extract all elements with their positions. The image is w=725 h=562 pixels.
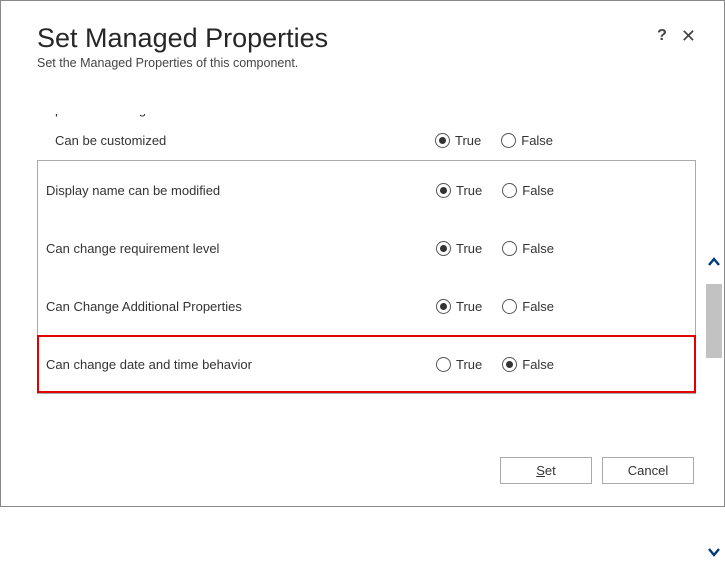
- radio-label: False: [522, 241, 554, 256]
- scroll-down-icon[interactable]: [704, 542, 724, 562]
- cancel-button[interactable]: Cancel: [602, 457, 694, 484]
- radio-true-additional-props[interactable]: True: [436, 299, 482, 314]
- radio-group-req-level: True False: [436, 241, 554, 256]
- radio-group-can-be-customized: True False: [435, 133, 553, 148]
- radio-circle-icon: [502, 357, 517, 372]
- header-actions: ? ✕: [657, 27, 696, 45]
- radio-true-can-be-customized[interactable]: True: [435, 133, 481, 148]
- radio-label: False: [521, 133, 553, 148]
- radio-false-can-be-customized[interactable]: False: [501, 133, 553, 148]
- radio-false-additional-props[interactable]: False: [502, 299, 554, 314]
- radio-circle-icon: [436, 357, 451, 372]
- radio-circle-icon: [502, 241, 517, 256]
- radio-true-display-name[interactable]: True: [436, 183, 482, 198]
- scrollbar[interactable]: [704, 224, 724, 536]
- radio-circle-icon: [502, 299, 517, 314]
- dialog-footer: Set Cancel: [500, 457, 694, 484]
- radio-circle-icon: [436, 183, 451, 198]
- radio-label: False: [522, 299, 554, 314]
- radio-label: True: [456, 183, 482, 198]
- close-icon[interactable]: ✕: [681, 27, 696, 45]
- radio-label: True: [456, 299, 482, 314]
- dialog-subtitle: Set the Managed Properties of this compo…: [37, 56, 696, 70]
- dialog-title: Set Managed Properties: [37, 23, 696, 54]
- radio-group-additional-props: True False: [436, 299, 554, 314]
- row-datetime-behavior: Can change date and time behavior True F…: [37, 335, 696, 393]
- label-display-name: Display name can be modified: [46, 183, 436, 198]
- radio-group-display-name: True False: [436, 183, 554, 198]
- row-can-be-customized: Can be customized True False: [37, 126, 696, 154]
- dialog-header: Set Managed Properties Set the Managed P…: [37, 23, 696, 70]
- radio-circle-icon: [436, 241, 451, 256]
- row-display-name: Display name can be modified True False: [38, 161, 695, 219]
- label-can-be-customized: Can be customized: [55, 133, 435, 148]
- scroll-thumb[interactable]: [706, 284, 722, 358]
- radio-false-display-name[interactable]: False: [502, 183, 554, 198]
- truncated-text: part of a managed solution.: [37, 114, 696, 122]
- help-icon[interactable]: ?: [657, 27, 667, 45]
- radio-group-datetime-behavior: True False: [436, 357, 554, 372]
- radio-circle-icon: [435, 133, 450, 148]
- radio-label: False: [522, 183, 554, 198]
- radio-label: True: [456, 241, 482, 256]
- radio-circle-icon: [501, 133, 516, 148]
- scroll-up-icon[interactable]: [704, 252, 724, 272]
- radio-false-req-level[interactable]: False: [502, 241, 554, 256]
- radio-true-datetime-behavior[interactable]: True: [436, 357, 482, 372]
- radio-circle-icon: [436, 299, 451, 314]
- properties-box: Display name can be modified True False …: [37, 160, 696, 394]
- set-button[interactable]: Set: [500, 457, 592, 484]
- radio-label: False: [522, 357, 554, 372]
- radio-label: True: [456, 357, 482, 372]
- label-datetime-behavior: Can change date and time behavior: [46, 357, 436, 372]
- row-req-level: Can change requirement level True False: [38, 219, 695, 277]
- dialog-container: Set Managed Properties Set the Managed P…: [1, 1, 724, 506]
- content-area: part of a managed solution. Can be custo…: [37, 118, 696, 394]
- label-req-level: Can change requirement level: [46, 241, 436, 256]
- row-additional-props: Can Change Additional Properties True Fa…: [38, 277, 695, 335]
- label-additional-props: Can Change Additional Properties: [46, 299, 436, 314]
- radio-label: True: [455, 133, 481, 148]
- radio-circle-icon: [502, 183, 517, 198]
- radio-false-datetime-behavior[interactable]: False: [502, 357, 554, 372]
- radio-true-req-level[interactable]: True: [436, 241, 482, 256]
